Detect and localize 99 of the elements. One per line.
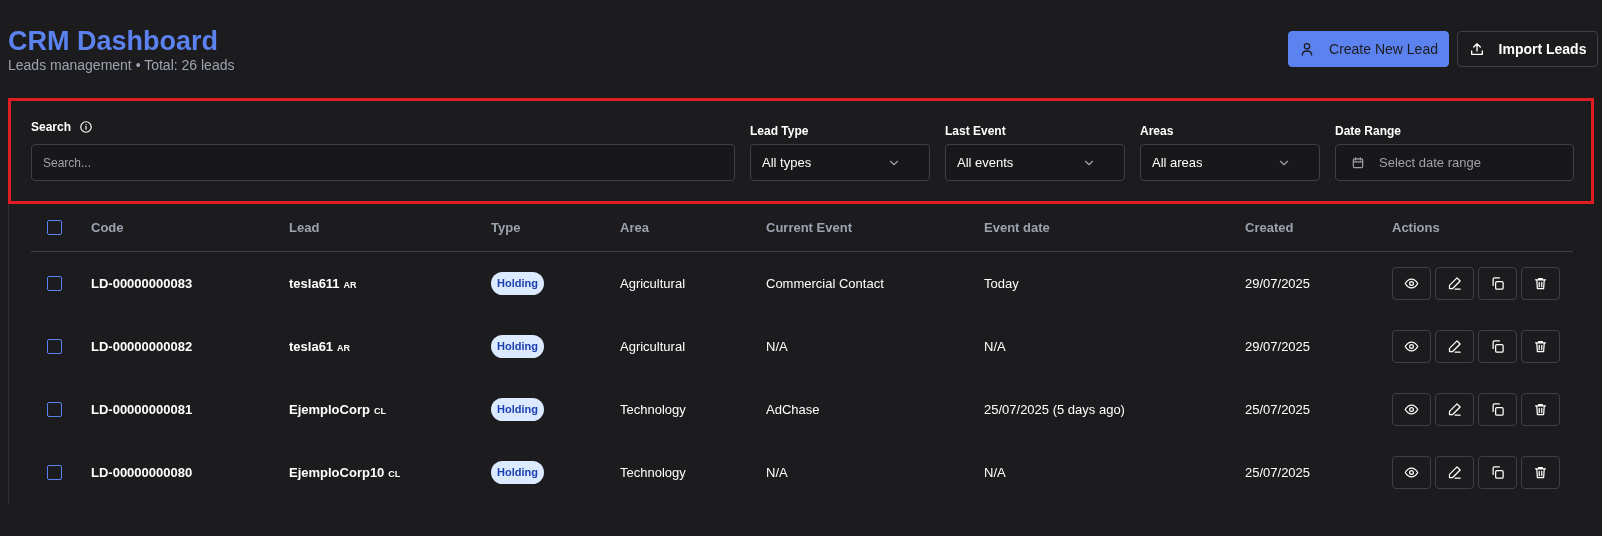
country-code: AR (337, 341, 351, 355)
type-badge: Holding (491, 272, 544, 295)
filter-label: Date Range (1335, 123, 1403, 140)
country-code: CL (373, 404, 386, 418)
copy-icon (1490, 339, 1505, 354)
duplicate-button[interactable] (1478, 330, 1517, 363)
column-header: Event date (984, 218, 1051, 237)
duplicate-button[interactable] (1478, 267, 1517, 300)
page-subtitle: Leads management • Total: 26 leads (8, 56, 235, 74)
filter-dropdown[interactable]: All types (750, 144, 930, 181)
column-header: Area (620, 218, 650, 237)
lead-name: tesla611 (289, 274, 340, 293)
pencil-icon (1447, 402, 1462, 417)
lead-code: LD-00000000081 (91, 400, 194, 419)
country-code: CL (388, 467, 401, 481)
pencil-icon (1447, 465, 1462, 480)
eye-icon (1404, 276, 1419, 291)
column-header: Actions (1392, 218, 1441, 237)
search-label: Search (31, 119, 72, 136)
current-event-cell-text: AdChase (766, 400, 821, 419)
user-icon (1299, 41, 1315, 57)
duplicate-button[interactable] (1478, 393, 1517, 426)
created-date-cell-text: 25/07/2025 (1245, 400, 1312, 419)
calendar-icon (1351, 155, 1365, 170)
create-lead-button[interactable]: Create New Lead (1288, 31, 1449, 67)
created-date-cell-text: 29/07/2025 (1245, 274, 1312, 293)
filter-dropdown[interactable]: All areas (1140, 144, 1320, 181)
pencil-icon (1447, 276, 1462, 291)
country-code: AR (343, 278, 357, 292)
view-button[interactable] (1392, 393, 1431, 426)
copy-icon (1490, 402, 1505, 417)
event-date-cell-text: 25/07/2025 (5 days ago) (984, 400, 1126, 419)
column-header: Lead (289, 218, 321, 237)
type-badge: Holding (491, 398, 544, 421)
view-button[interactable] (1392, 267, 1431, 300)
dropdown-value: All types (762, 153, 812, 172)
date-range-picker[interactable]: Select date range (1335, 144, 1574, 181)
lead-name: EjemploCorp10 (289, 463, 385, 482)
event-date-cell-text: Today (984, 274, 1020, 293)
upload-icon (1468, 41, 1485, 57)
current-event-cell-text: N/A (766, 463, 789, 482)
trash-icon (1533, 276, 1548, 291)
select-all-checkbox[interactable] (47, 220, 62, 235)
delete-button[interactable] (1521, 393, 1560, 426)
area-cell-text: Technology (620, 400, 687, 419)
event-date-cell-text: N/A (984, 337, 1007, 356)
area-cell-text: Agricultural (620, 337, 687, 356)
row-checkbox[interactable] (47, 339, 62, 354)
type-badge: Holding (491, 461, 544, 484)
page-title: CRM Dashboard (8, 26, 219, 56)
pencil-icon (1447, 339, 1462, 354)
duplicate-button[interactable] (1478, 456, 1517, 489)
filter-label: Last Event (945, 123, 1007, 140)
copy-icon (1490, 465, 1505, 480)
delete-button[interactable] (1521, 456, 1560, 489)
column-header: Current Event (766, 218, 853, 237)
type-badge: Holding (491, 335, 544, 358)
area-cell-text: Agricultural (620, 274, 687, 293)
eye-icon (1404, 465, 1419, 480)
view-button[interactable] (1392, 330, 1431, 363)
date-range-placeholder: Select date range (1379, 153, 1481, 172)
lead-name: EjemploCorp (289, 400, 370, 419)
lead-code: LD-00000000080 (91, 463, 194, 482)
delete-button[interactable] (1521, 267, 1560, 300)
filter-label: Areas (1140, 123, 1175, 140)
delete-button[interactable] (1521, 330, 1560, 363)
dropdown-value: All areas (1152, 153, 1203, 172)
import-leads-button[interactable]: Import Leads (1457, 31, 1598, 67)
lead-name: tesla61 (289, 337, 334, 356)
row-checkbox[interactable] (47, 402, 62, 417)
row-checkbox[interactable] (47, 276, 62, 291)
lead-code: LD-00000000083 (91, 274, 194, 293)
column-header: Type (491, 218, 522, 237)
filter-dropdown[interactable]: All events (945, 144, 1125, 181)
column-header: Created (1245, 218, 1295, 237)
row-checkbox[interactable] (47, 465, 62, 480)
eye-icon (1404, 339, 1419, 354)
trash-icon (1533, 465, 1548, 480)
edit-button[interactable] (1435, 267, 1474, 300)
trash-icon (1533, 402, 1548, 417)
column-header: Code (91, 218, 125, 237)
trash-icon (1533, 339, 1548, 354)
created-date-cell-text: 25/07/2025 (1245, 463, 1312, 482)
eye-icon (1404, 402, 1419, 417)
area-cell-text: Technology (620, 463, 687, 482)
info-icon (79, 120, 94, 134)
lead-code: LD-00000000082 (91, 337, 194, 356)
view-button[interactable] (1392, 456, 1431, 489)
current-event-cell-text: Commercial Contact (766, 274, 885, 293)
edit-button[interactable] (1435, 456, 1474, 489)
dropdown-value: All events (957, 153, 1014, 172)
current-event-cell-text: N/A (766, 337, 789, 356)
filter-label: Lead Type (750, 123, 810, 140)
event-date-cell-text: N/A (984, 463, 1007, 482)
created-date-cell-text: 29/07/2025 (1245, 337, 1312, 356)
edit-button[interactable] (1435, 330, 1474, 363)
copy-icon (1490, 276, 1505, 291)
search-field[interactable]: Search... (31, 144, 735, 181)
edit-button[interactable] (1435, 393, 1474, 426)
